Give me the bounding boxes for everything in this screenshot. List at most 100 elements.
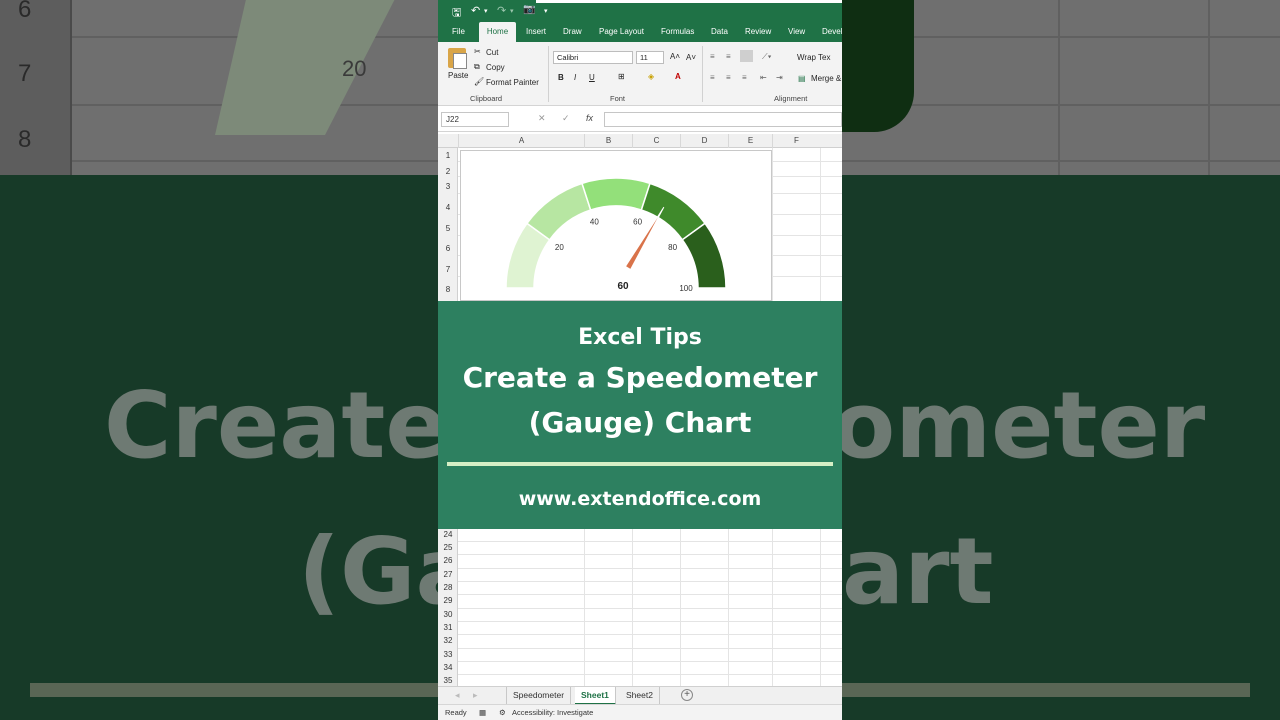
align-center-icon[interactable]: ≡ (726, 73, 731, 82)
row-number[interactable]: 29 (438, 596, 458, 605)
gridline (458, 674, 842, 675)
gauge-band-3[interactable] (581, 177, 651, 211)
row-number[interactable]: 1 (438, 151, 458, 160)
column-header: A B C D E F (438, 134, 842, 148)
row-number[interactable]: 7 (438, 265, 458, 274)
undo-icon[interactable]: ↶ (471, 4, 480, 17)
orientation-icon[interactable]: ⟋▾ (762, 52, 772, 62)
formula-bar: J22 ✕ ✓ fx (438, 108, 842, 132)
sheet-stats-icon[interactable]: ▦ (479, 708, 486, 717)
tab-view[interactable]: View (784, 22, 809, 42)
decrease-indent-icon[interactable]: ⇤ (760, 73, 767, 82)
cancel-icon[interactable]: ✕ (538, 113, 546, 124)
gridline (458, 594, 842, 595)
row-number[interactable]: 4 (438, 203, 458, 212)
italic-button[interactable]: I (574, 73, 576, 82)
row-number[interactable]: 28 (438, 583, 458, 592)
fill-color-icon[interactable]: ◈ (648, 72, 654, 81)
borders-icon[interactable]: ⊞ (618, 72, 625, 81)
paste-button[interactable]: Paste (448, 71, 468, 80)
ribbon-separator (702, 46, 703, 102)
banner-title-line1: Create a Speedometer (462, 361, 818, 394)
bold-button[interactable]: B (558, 73, 564, 82)
camera-icon[interactable]: 📷 (523, 4, 535, 15)
merge-icon[interactable]: ▤ (798, 74, 806, 83)
sheet-tab-sheet1[interactable]: Sheet1 (575, 687, 616, 705)
tab-file[interactable]: File (448, 22, 469, 42)
sheet-tab-speedometer[interactable]: Speedometer (506, 687, 572, 705)
customize-toolbar-icon[interactable]: ▾ (544, 7, 548, 15)
next-sheet-icon[interactable]: ▸ (473, 690, 478, 701)
column-b[interactable]: B (584, 134, 632, 148)
background-big-text: ometer (832, 372, 1206, 479)
row-number[interactable]: 3 (438, 182, 458, 191)
row-number[interactable]: 31 (438, 623, 458, 632)
gridline (458, 554, 842, 555)
alignment-group-label: Alignment (774, 94, 808, 103)
sheet-tab-sheet2[interactable]: Sheet2 (620, 687, 660, 705)
column-f[interactable]: F (772, 134, 820, 148)
copy-button[interactable]: Copy (486, 63, 505, 72)
format-painter-button[interactable]: Format Painter (486, 78, 539, 87)
cut-button[interactable]: Cut (486, 48, 498, 57)
column-e[interactable]: E (728, 134, 772, 148)
row-number[interactable]: 26 (438, 556, 458, 565)
insert-function-icon[interactable]: fx (586, 113, 593, 123)
name-box[interactable]: J22 (441, 112, 509, 127)
gauge-chart[interactable]: 20 40 60 80 100 60 (460, 150, 772, 301)
undo-dropdown-icon[interactable]: ▾ (484, 7, 488, 15)
sheet-tab-bar: ◂ ▸ Speedometer Sheet1 Sheet2 + (438, 686, 842, 705)
copy-icon[interactable]: ⧉ (474, 62, 480, 72)
column-d[interactable]: D (680, 134, 728, 148)
row-number[interactable]: 24 (438, 530, 458, 539)
font-size-select[interactable]: 11 (636, 51, 664, 64)
font-name-select[interactable]: Calibri (553, 51, 633, 64)
paste-icon[interactable] (448, 48, 467, 69)
row-number[interactable]: 30 (438, 610, 458, 619)
enter-icon[interactable]: ✓ (562, 113, 570, 124)
row-number[interactable]: 35 (438, 676, 458, 685)
align-middle-icon[interactable]: ≡ (726, 52, 731, 61)
prev-sheet-icon[interactable]: ◂ (455, 690, 460, 701)
tab-developer[interactable]: Devel (818, 22, 842, 42)
cut-icon[interactable]: ✂ (474, 47, 481, 56)
tab-page-layout[interactable]: Page Layout (595, 22, 648, 42)
row-number[interactable]: 8 (438, 285, 458, 294)
increase-indent-icon[interactable]: ⇥ (776, 73, 783, 82)
formula-input[interactable] (604, 112, 842, 127)
tab-formulas[interactable]: Formulas (657, 22, 698, 42)
format-painter-icon[interactable]: 🖌 (474, 77, 484, 86)
gridline (772, 529, 773, 686)
align-right-icon[interactable]: ≡ (742, 73, 747, 82)
underline-button[interactable]: U (589, 73, 595, 82)
row-number[interactable]: 32 (438, 636, 458, 645)
merge-button[interactable]: Merge & (811, 74, 841, 83)
column-c[interactable]: C (632, 134, 680, 148)
tab-review[interactable]: Review (741, 22, 775, 42)
increase-font-icon[interactable]: A˄ (670, 52, 680, 61)
tab-data[interactable]: Data (707, 22, 732, 42)
font-color-icon[interactable]: A (675, 72, 681, 81)
accessibility-icon[interactable]: ⚙ (499, 708, 506, 717)
row-number[interactable]: 6 (438, 244, 458, 253)
row-number[interactable]: 33 (438, 650, 458, 659)
row-number[interactable]: 2 (438, 167, 458, 176)
decrease-font-icon[interactable]: A˅ (686, 53, 696, 62)
align-top-icon[interactable]: ≡ (710, 52, 715, 61)
add-sheet-button[interactable]: + (681, 689, 693, 701)
column-a[interactable]: A (458, 134, 584, 148)
tab-draw[interactable]: Draw (559, 22, 586, 42)
row-number[interactable]: 5 (438, 224, 458, 233)
accessibility-status[interactable]: Accessibility: Investigate (512, 708, 593, 717)
align-bottom-icon[interactable] (740, 50, 753, 62)
row-number[interactable]: 25 (438, 543, 458, 552)
save-icon[interactable]: 🖫 (452, 4, 461, 23)
row-number[interactable]: 27 (438, 570, 458, 579)
row-number[interactable]: 34 (438, 663, 458, 672)
align-left-icon[interactable]: ≡ (710, 73, 715, 82)
status-bar: Ready ▦ ⚙ Accessibility: Investigate (438, 704, 842, 720)
wrap-text-button[interactable]: Wrap Tex (797, 53, 831, 62)
background-dark-arc (842, 0, 914, 132)
tab-home[interactable]: Home (479, 22, 516, 42)
tab-insert[interactable]: Insert (522, 22, 550, 42)
